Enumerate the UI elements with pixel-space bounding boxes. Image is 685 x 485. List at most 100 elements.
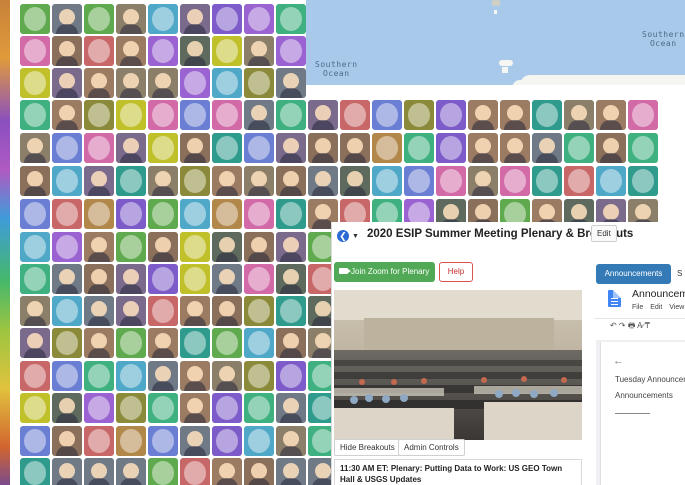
participant-tile[interactable] — [500, 133, 530, 163]
participant-tile[interactable] — [116, 133, 146, 163]
participant-tile[interactable] — [436, 166, 466, 196]
participant-tile[interactable] — [52, 264, 82, 294]
participant-tile[interactable] — [148, 68, 178, 98]
participant-tile[interactable] — [180, 166, 210, 196]
participant-tile[interactable] — [148, 36, 178, 66]
hide-breakouts-button[interactable]: Hide Breakouts — [334, 439, 401, 456]
participant-tile[interactable] — [244, 264, 274, 294]
participant-tile[interactable] — [180, 4, 210, 34]
participant-tile[interactable] — [212, 426, 242, 456]
participant-tile[interactable] — [276, 4, 306, 34]
participant-tile[interactable] — [468, 100, 498, 130]
participant-tile[interactable] — [212, 100, 242, 130]
menu-view[interactable]: View — [669, 304, 684, 311]
participant-tile[interactable] — [20, 100, 50, 130]
participant-tile[interactable] — [20, 36, 50, 66]
participant-tile[interactable] — [500, 100, 530, 130]
back-button[interactable]: ❮ ▼ — [337, 229, 361, 243]
participant-tile[interactable] — [276, 36, 306, 66]
participant-tile[interactable] — [276, 232, 306, 262]
tab-next[interactable]: S — [677, 264, 682, 284]
participant-tile[interactable] — [180, 328, 210, 358]
participant-tile[interactable] — [116, 328, 146, 358]
participant-tile[interactable] — [52, 426, 82, 456]
arrow-left-icon[interactable]: ← — [613, 355, 624, 367]
participant-tile[interactable] — [468, 166, 498, 196]
participant-tile[interactable] — [52, 361, 82, 391]
participant-tile[interactable] — [20, 393, 50, 423]
participant-tile[interactable] — [84, 166, 114, 196]
participant-tile[interactable] — [52, 232, 82, 262]
document-toolbar[interactable]: ↶ ↷ 🖶 A̷ ₸ — [594, 318, 685, 332]
session-card[interactable]: 11:30 AM ET: Plenary: Putting Data to Wo… — [334, 459, 582, 485]
participant-tile[interactable] — [212, 328, 242, 358]
participant-tile[interactable] — [244, 199, 274, 229]
participant-tile[interactable] — [116, 426, 146, 456]
participant-tile[interactable] — [84, 264, 114, 294]
participant-tile[interactable] — [20, 133, 50, 163]
participant-tile[interactable] — [84, 199, 114, 229]
participant-tile[interactable] — [148, 393, 178, 423]
participant-tile[interactable] — [244, 232, 274, 262]
participant-tile[interactable] — [276, 296, 306, 326]
participant-tile[interactable] — [276, 361, 306, 391]
participant-tile[interactable] — [84, 361, 114, 391]
participant-tile[interactable] — [180, 458, 210, 485]
participant-tile[interactable] — [116, 264, 146, 294]
participant-tile[interactable] — [20, 232, 50, 262]
participant-tile[interactable] — [340, 100, 370, 130]
participant-tile[interactable] — [244, 133, 274, 163]
participant-tile[interactable] — [20, 426, 50, 456]
participant-tile[interactable] — [84, 133, 114, 163]
participant-tile[interactable] — [84, 100, 114, 130]
participant-tile[interactable] — [116, 361, 146, 391]
help-button[interactable]: Help — [439, 262, 473, 282]
participant-tile[interactable] — [276, 458, 306, 485]
participant-tile[interactable] — [20, 166, 50, 196]
participant-tile[interactable] — [340, 166, 370, 196]
menu-file[interactable]: File — [632, 304, 643, 311]
participant-tile[interactable] — [532, 100, 562, 130]
participant-tile[interactable] — [180, 100, 210, 130]
participant-tile[interactable] — [212, 36, 242, 66]
participant-tile[interactable] — [564, 133, 594, 163]
participant-tile[interactable] — [468, 133, 498, 163]
participant-tile[interactable] — [244, 361, 274, 391]
document-title[interactable]: Announceme — [632, 288, 685, 300]
participant-tile[interactable] — [180, 426, 210, 456]
participant-tile[interactable] — [628, 100, 658, 130]
participant-tile[interactable] — [116, 36, 146, 66]
participant-tile[interactable] — [564, 100, 594, 130]
participant-tile[interactable] — [500, 166, 530, 196]
participant-tile[interactable] — [20, 264, 50, 294]
participant-tile[interactable] — [20, 199, 50, 229]
participant-tile[interactable] — [276, 264, 306, 294]
participant-tile[interactable] — [244, 68, 274, 98]
participant-tile[interactable] — [52, 328, 82, 358]
participant-tile[interactable] — [372, 166, 402, 196]
participant-tile[interactable] — [52, 133, 82, 163]
edit-button[interactable]: Edit — [591, 225, 617, 242]
admin-controls-button[interactable]: Admin Controls — [398, 439, 465, 456]
participant-tile[interactable] — [20, 296, 50, 326]
participant-tile[interactable] — [212, 166, 242, 196]
participant-tile[interactable] — [116, 4, 146, 34]
participant-tile[interactable] — [116, 232, 146, 262]
participant-tile[interactable] — [276, 68, 306, 98]
participant-tile[interactable] — [308, 100, 338, 130]
participant-tile[interactable] — [244, 4, 274, 34]
participant-tile[interactable] — [52, 393, 82, 423]
participant-tile[interactable] — [372, 100, 402, 130]
participant-tile[interactable] — [244, 296, 274, 326]
participant-tile[interactable] — [212, 361, 242, 391]
participant-tile[interactable] — [340, 133, 370, 163]
participant-tile[interactable] — [276, 328, 306, 358]
participant-tile[interactable] — [52, 36, 82, 66]
participant-tile[interactable] — [244, 36, 274, 66]
participant-tile[interactable] — [180, 361, 210, 391]
participant-tile[interactable] — [212, 264, 242, 294]
participant-tile[interactable] — [244, 328, 274, 358]
participant-tile[interactable] — [148, 264, 178, 294]
participant-tile[interactable] — [180, 68, 210, 98]
participant-tile[interactable] — [148, 328, 178, 358]
